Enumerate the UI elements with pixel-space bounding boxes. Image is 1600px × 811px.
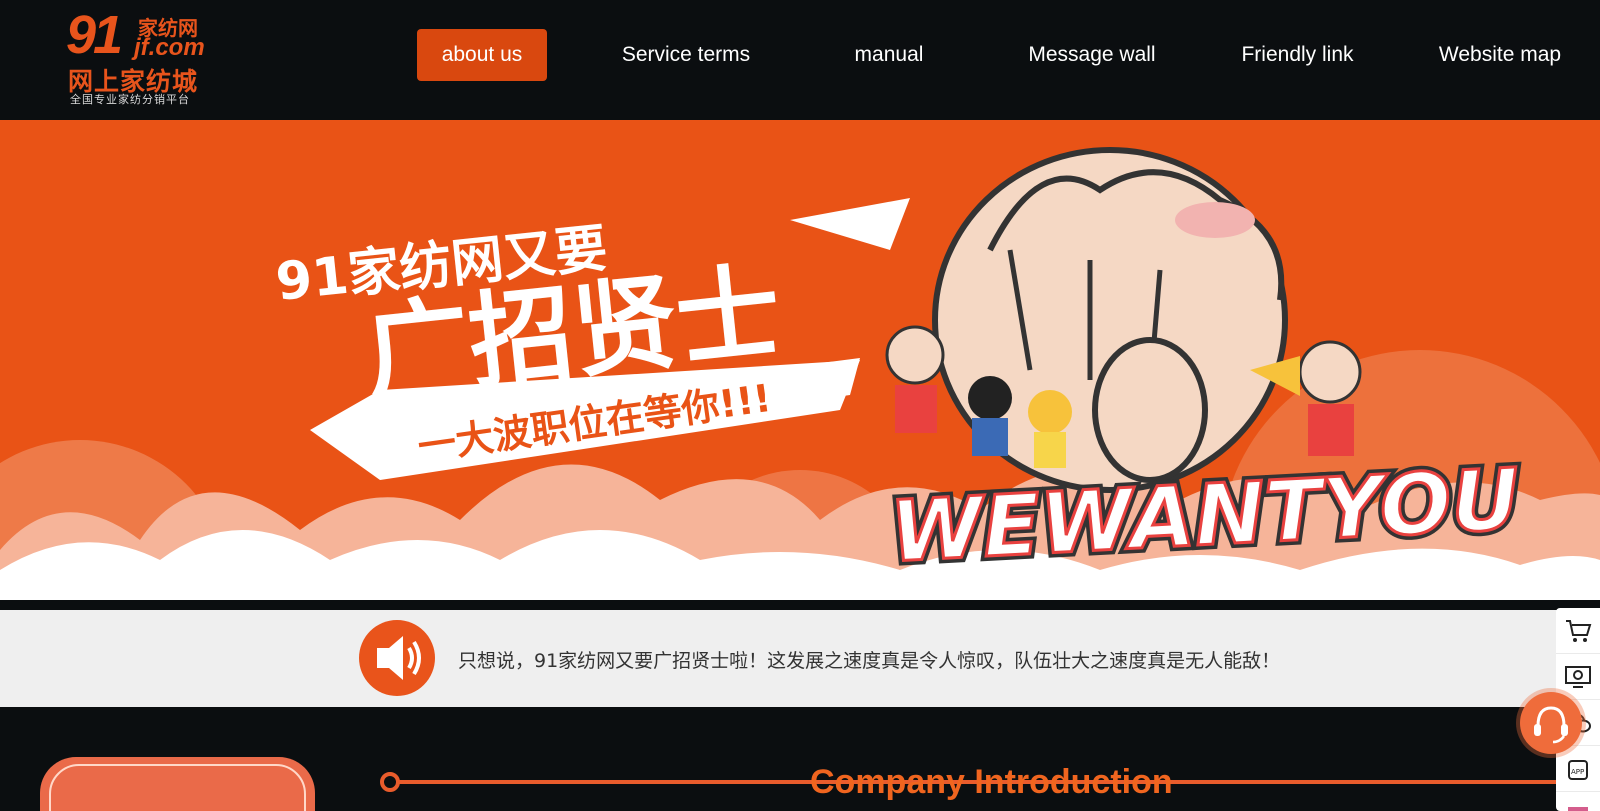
nav-message-wall[interactable]: Message wall xyxy=(1027,29,1157,81)
main-nav: about us Service terms manual Message wa… xyxy=(0,0,1600,120)
speaker-icon xyxy=(359,620,435,696)
section-divider-dot xyxy=(380,772,400,792)
announcement-text: 只想说，91家纺网又要广招贤士啦！这发展之速度真是令人惊叹，队伍壮大之速度真是无… xyxy=(458,650,1281,672)
recruitment-banner[interactable]: 91家纺网又要 广招贤士 一大波职位在等你!!! WEWANTYOU WEWAN… xyxy=(0,120,1600,600)
headset-icon xyxy=(1534,706,1568,744)
page: 91 家纺网 jf.com 网上家纺城 全国专业家纺分销平台 about us … xyxy=(0,0,1600,811)
content-section: Company Introduction xyxy=(0,707,1600,811)
nav-service-terms[interactable]: Service terms xyxy=(620,29,752,81)
nav-website-map[interactable]: Website map xyxy=(1430,29,1570,81)
announcement-bar: 只想说，91家纺网又要广招贤士啦！这发展之速度真是令人惊叹，队伍壮大之速度真是无… xyxy=(0,610,1600,707)
nav-manual[interactable]: manual xyxy=(824,29,954,81)
customer-service-button[interactable] xyxy=(1520,692,1582,754)
nav-about-us[interactable]: about us xyxy=(417,29,547,81)
side-menu-card[interactable] xyxy=(40,757,315,811)
svg-text:APP: APP xyxy=(1571,768,1584,776)
side-menu-card-inner xyxy=(49,764,306,811)
banner-art: 91家纺网又要 广招贤士 一大波职位在等你!!! WEWANTYOU WEWAN… xyxy=(0,147,1600,600)
qrcode-icon[interactable] xyxy=(1556,792,1600,811)
cart-icon[interactable] xyxy=(1556,608,1600,654)
section-title: Company Introduction xyxy=(810,763,1173,801)
header: 91 家纺网 jf.com 网上家纺城 全国专业家纺分销平台 about us … xyxy=(0,0,1600,120)
nav-friendly-link[interactable]: Friendly link xyxy=(1230,29,1365,81)
